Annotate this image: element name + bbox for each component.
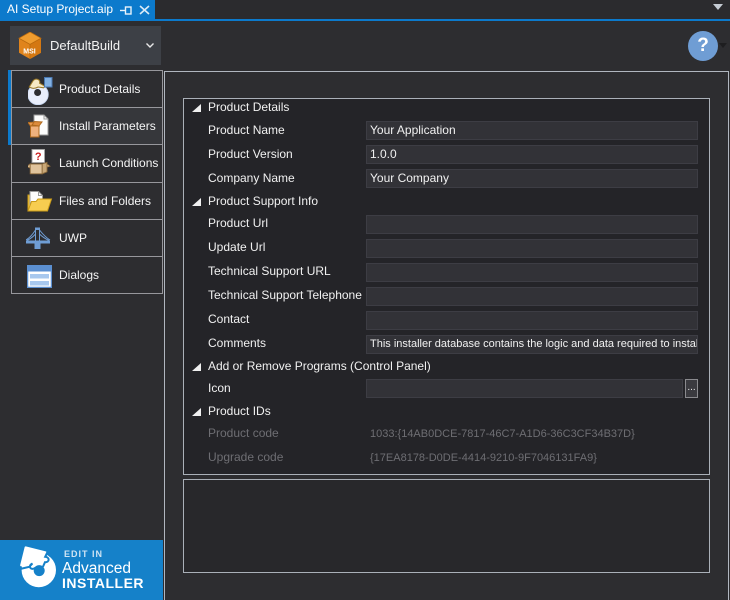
svg-text:?: ?: [35, 151, 42, 163]
svg-text:MSI: MSI: [23, 49, 36, 56]
